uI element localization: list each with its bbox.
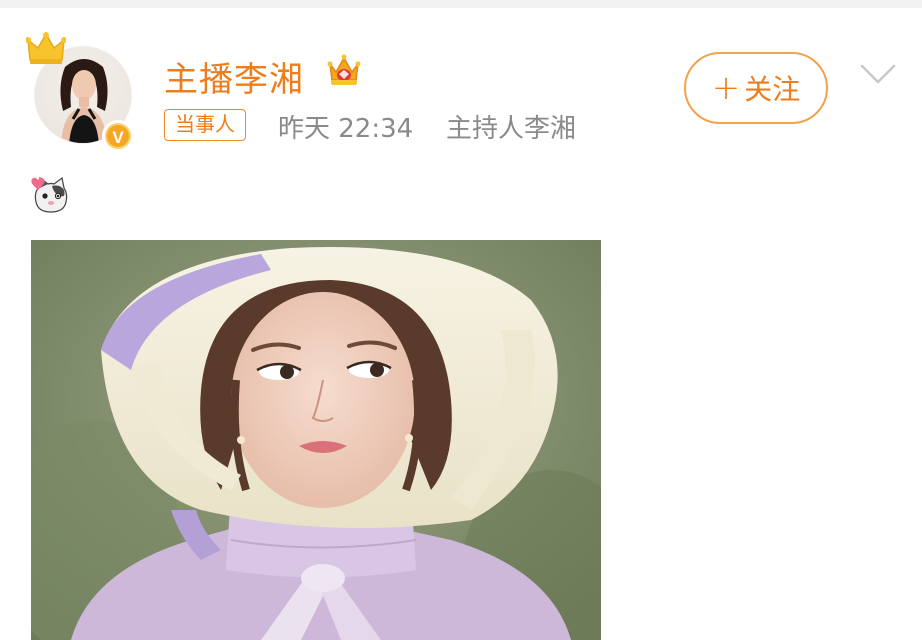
verified-v-icon: V <box>105 123 131 149</box>
post-source: 主持人李湘 <box>446 114 577 144</box>
cat-heart-emoji-icon <box>31 176 68 213</box>
status-badge: 当事人 <box>164 109 246 141</box>
follow-button[interactable]: + 关注 <box>684 52 828 124</box>
post-photo-illustration <box>31 240 601 640</box>
follow-button-label: 关注 <box>744 73 801 106</box>
weibo-post: V 主播李湘 当事人 昨天 22:34 主持人李湘 + 关注 <box>0 8 922 640</box>
verified-badge: V <box>102 120 134 152</box>
vip-crown-icon[interactable] <box>324 50 364 88</box>
plus-icon: + <box>711 68 741 108</box>
avatar-container[interactable]: V <box>22 32 140 152</box>
post-image[interactable] <box>31 240 601 640</box>
top-divider <box>0 0 922 8</box>
crown-icon <box>26 32 66 64</box>
author-name[interactable]: 主播李湘 <box>164 52 304 101</box>
chevron-down-icon[interactable] <box>858 60 898 88</box>
post-timestamp: 昨天 22:34 <box>278 114 414 144</box>
